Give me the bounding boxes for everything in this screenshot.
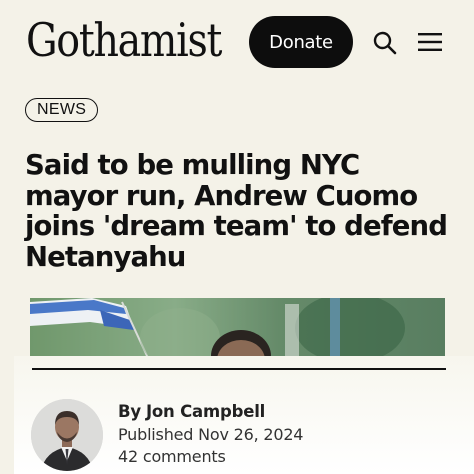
author-avatar[interactable]	[31, 399, 103, 471]
author-byline: By Jon Campbell	[118, 402, 265, 421]
donate-button[interactable]: Donate	[249, 16, 353, 68]
byline-section: By Jon Campbell Published Nov 26, 2024 4…	[14, 356, 474, 474]
search-icon[interactable]	[372, 30, 398, 56]
article-hero-image	[30, 298, 445, 358]
gothamist-logo[interactable]: Gothamist	[26, 10, 222, 70]
article-headline: Said to be mulling NYC mayor run, Andrew…	[25, 149, 448, 273]
divider	[32, 368, 446, 370]
menu-icon[interactable]	[415, 30, 445, 54]
author-name-link[interactable]: Jon Campbell	[146, 402, 265, 421]
byline-prefix: By	[118, 402, 141, 421]
published-date: Published Nov 26, 2024	[118, 425, 304, 444]
site-header: Gothamist Donate	[0, 0, 474, 84]
category-badge[interactable]: NEWS	[25, 98, 99, 122]
comments-link[interactable]: 42 comments	[118, 447, 226, 466]
